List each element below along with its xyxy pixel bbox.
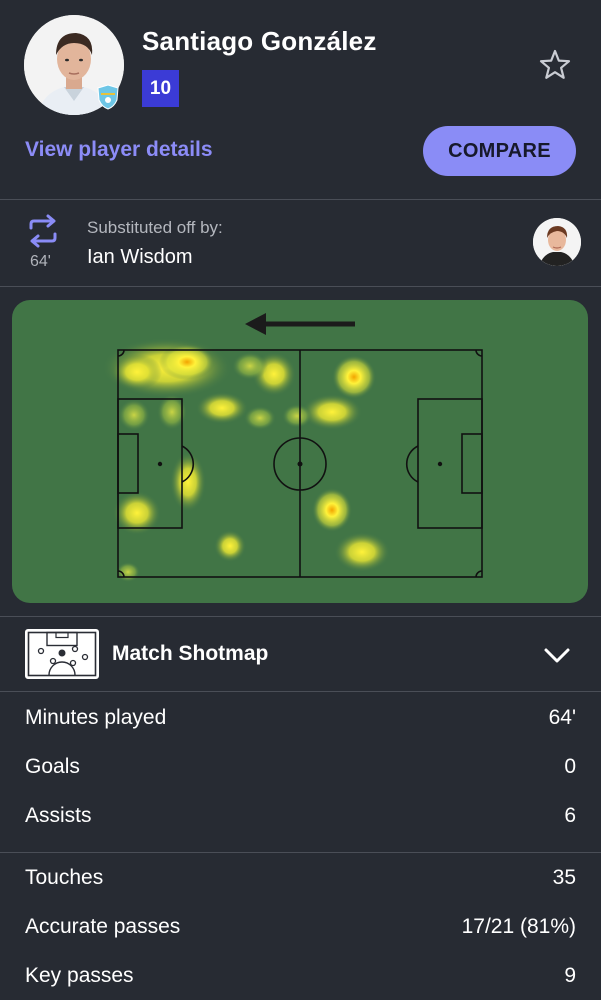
- shotmap-title: Match Shotmap: [112, 642, 269, 665]
- substitution-minute: 64': [30, 253, 51, 270]
- star-icon[interactable]: [538, 48, 572, 82]
- divider: [0, 286, 601, 287]
- player-name: Santiago González: [142, 26, 377, 56]
- divider: [0, 691, 601, 692]
- stat-label-touches: Touches: [25, 866, 104, 889]
- shirt-number-badge: 10: [142, 70, 179, 107]
- stat-value-touches: 35: [552, 866, 576, 889]
- stat-value-accurate-passes: 17/21 (81%): [461, 915, 576, 938]
- stat-label-accurate-passes: Accurate passes: [25, 915, 181, 938]
- substitution-label: Substituted off by:: [87, 218, 223, 237]
- attack-direction-arrow-icon: [245, 313, 355, 335]
- stat-value-minutes-played: 64': [548, 706, 576, 729]
- substitute-player-name[interactable]: Ian Wisdom: [87, 246, 193, 269]
- substitute-player-avatar[interactable]: [533, 218, 581, 266]
- stat-label-minutes-played: Minutes played: [25, 706, 167, 729]
- stat-value-assists: 6: [564, 804, 576, 827]
- stat-label-assists: Assists: [25, 804, 92, 827]
- view-player-details-link[interactable]: View player details: [25, 138, 213, 162]
- divider: [0, 852, 601, 853]
- stat-label-key-passes: Key passes: [25, 964, 134, 987]
- heatmap-card: [12, 300, 588, 603]
- substitution-row: [0, 200, 601, 286]
- club-crest-icon: [96, 84, 120, 110]
- substitution-icon: [26, 214, 60, 248]
- shotmap-thumbnail-icon: [25, 629, 99, 679]
- stat-label-goals: Goals: [25, 755, 80, 778]
- heatmap-pitch: [102, 313, 483, 582]
- stat-value-key-passes: 9: [564, 964, 576, 987]
- stat-value-goals: 0: [564, 755, 576, 778]
- compare-button[interactable]: COMPARE: [423, 126, 576, 176]
- chevron-down-icon[interactable]: [541, 642, 573, 670]
